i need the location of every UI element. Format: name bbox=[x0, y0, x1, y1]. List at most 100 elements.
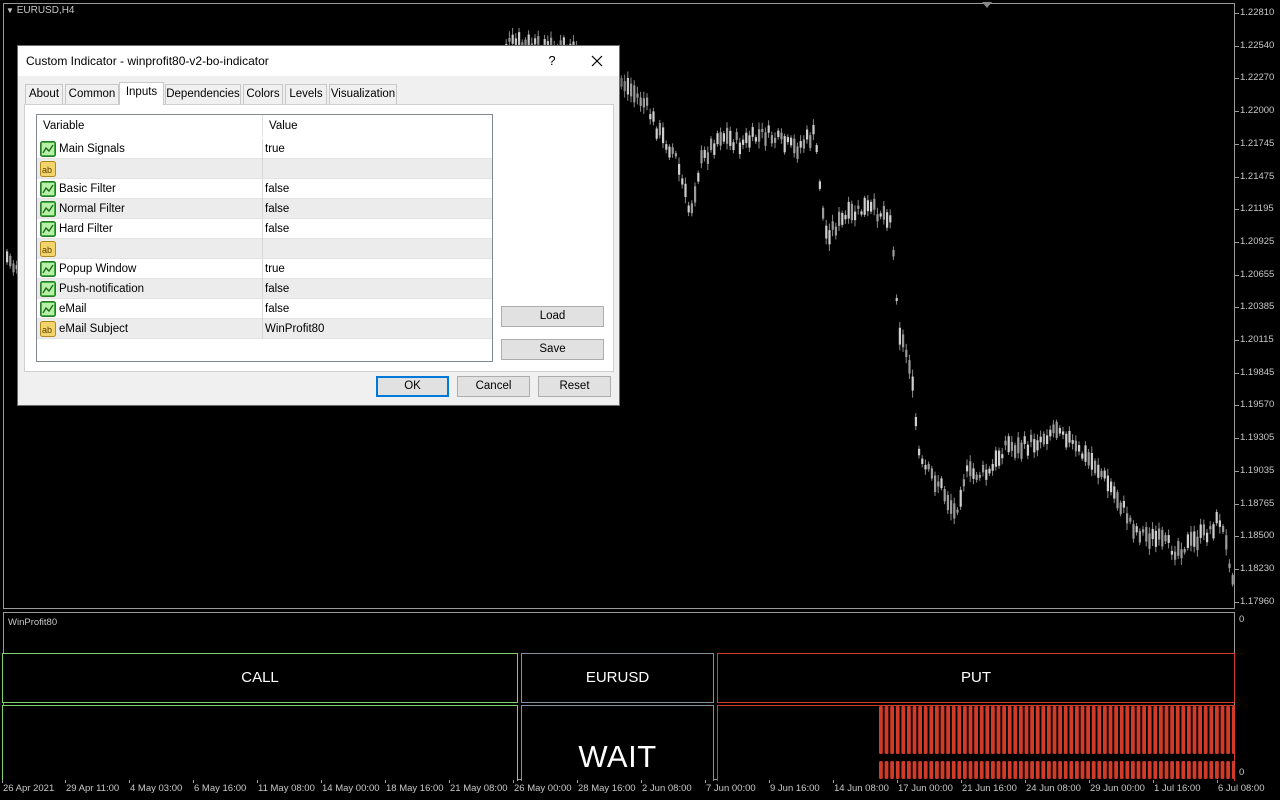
put-signal-bar bbox=[951, 706, 956, 754]
variable-cell[interactable]: ab bbox=[37, 159, 263, 179]
put-signal-bar bbox=[1041, 706, 1046, 754]
variable-name: Popup Window bbox=[59, 263, 137, 275]
candle-body bbox=[1145, 527, 1148, 542]
dialog-titlebar[interactable]: Custom Indicator - winprofit80-v2-bo-ind… bbox=[18, 46, 619, 76]
variable-cell[interactable]: Push-notification bbox=[37, 279, 263, 299]
put-signal-bar bbox=[1069, 761, 1074, 779]
close-button[interactable] bbox=[580, 49, 614, 73]
time-tick-label: 17 Jun 00:00 bbox=[898, 783, 953, 794]
value-cell[interactable]: true bbox=[265, 139, 285, 159]
tab-colors[interactable]: Colors bbox=[243, 84, 283, 104]
table-row[interactable]: Push-notification false bbox=[37, 279, 492, 299]
tab-levels[interactable]: Levels bbox=[285, 84, 327, 104]
table-row[interactable]: ab bbox=[37, 159, 492, 179]
cancel-button[interactable]: Cancel bbox=[457, 376, 530, 397]
table-row[interactable]: ab bbox=[37, 239, 492, 259]
value-cell[interactable]: false bbox=[265, 219, 289, 239]
candle-body bbox=[6, 251, 9, 263]
put-signal-bar bbox=[1097, 761, 1102, 779]
dropdown-triangle-icon[interactable]: ▼ bbox=[6, 6, 14, 15]
put-signal-bar bbox=[996, 761, 1001, 779]
variable-cell[interactable]: Popup Window bbox=[37, 259, 263, 279]
table-row[interactable]: Basic Filter false bbox=[37, 179, 492, 199]
variable-cell[interactable]: Main Signals bbox=[37, 139, 263, 159]
price-tick-label: 1.20925 bbox=[1240, 235, 1275, 247]
variable-cell[interactable]: eMail bbox=[37, 299, 263, 319]
put-signal-bar bbox=[1030, 761, 1034, 779]
value-cell[interactable]: true bbox=[265, 259, 285, 279]
value-cell[interactable]: false bbox=[265, 179, 289, 199]
value-cell[interactable]: false bbox=[265, 199, 289, 219]
candle-body bbox=[854, 211, 857, 221]
put-signal-bar bbox=[957, 706, 962, 754]
candle-body bbox=[1094, 460, 1097, 474]
candle-body bbox=[534, 38, 537, 45]
candle-body bbox=[1007, 436, 1010, 453]
inputs-table[interactable]: Variable Value Main Signals true ab Basic F… bbox=[36, 114, 493, 362]
candle-body bbox=[751, 127, 754, 137]
column-header-variable[interactable]: Variable bbox=[37, 115, 263, 137]
candle-body bbox=[1209, 526, 1212, 530]
variable-cell[interactable]: Normal Filter bbox=[37, 199, 263, 219]
candle-body bbox=[748, 135, 751, 148]
value-cell[interactable]: false bbox=[265, 299, 289, 319]
variable-cell[interactable]: Basic Filter bbox=[37, 179, 263, 199]
put-signal-bar bbox=[1080, 761, 1085, 779]
table-row[interactable]: Normal Filter false bbox=[37, 199, 492, 219]
price-tick-mark bbox=[1235, 209, 1239, 211]
table-row[interactable]: Popup Window true bbox=[37, 259, 492, 279]
put-signal-bar bbox=[935, 761, 939, 779]
table-row[interactable]: Hard Filter false bbox=[37, 219, 492, 239]
table-row[interactable]: Main Signals true bbox=[37, 139, 492, 159]
help-button[interactable]: ? bbox=[538, 50, 566, 72]
time-tick-mark bbox=[385, 780, 386, 783]
put-signal-bar bbox=[1187, 761, 1191, 779]
time-tick-mark bbox=[193, 780, 194, 783]
price-tick-mark bbox=[1235, 13, 1239, 14]
candle-body bbox=[1231, 575, 1234, 585]
table-row[interactable]: ab eMail Subject WinProfit80 bbox=[37, 319, 492, 339]
candle-body bbox=[630, 83, 633, 97]
candle-body bbox=[1097, 464, 1100, 478]
tab-inputs[interactable]: Inputs bbox=[119, 82, 164, 105]
candle-body bbox=[722, 133, 725, 142]
put-signal-bar bbox=[918, 761, 922, 779]
put-signal-bar bbox=[1091, 761, 1096, 779]
time-tick-mark bbox=[705, 780, 706, 783]
time-tick-label: 21 May 08:00 bbox=[450, 783, 508, 794]
tab-visualization[interactable]: Visualization bbox=[329, 84, 397, 104]
load-button[interactable]: Load bbox=[501, 306, 604, 327]
put-signal-bar bbox=[1013, 706, 1018, 754]
string-param-icon: ab bbox=[40, 321, 56, 337]
time-tick-label: 14 Jun 08:00 bbox=[834, 783, 889, 794]
price-tick-label: 1.17960 bbox=[1240, 595, 1275, 607]
column-header-value[interactable]: Value bbox=[263, 115, 492, 137]
variable-cell[interactable]: ab bbox=[37, 239, 263, 259]
candle-body bbox=[1158, 528, 1161, 540]
candle-body bbox=[1193, 531, 1196, 547]
bool-param-icon bbox=[40, 221, 56, 237]
candle-body bbox=[889, 215, 892, 223]
candle-body bbox=[1212, 524, 1215, 539]
value-cell[interactable]: false bbox=[265, 279, 289, 299]
candle-body bbox=[684, 183, 687, 197]
value-cell[interactable]: WinProfit80 bbox=[265, 319, 324, 339]
string-param-icon: ab bbox=[40, 161, 56, 177]
symbol-timeframe-text: EURUSD,H4 bbox=[16, 5, 75, 16]
tab-about[interactable]: About bbox=[25, 84, 63, 104]
variable-cell[interactable]: ab eMail Subject bbox=[37, 319, 263, 339]
candle-body bbox=[761, 128, 764, 132]
candle-body bbox=[742, 139, 745, 145]
candle-body bbox=[978, 474, 981, 478]
candle-body bbox=[850, 203, 853, 221]
reset-button[interactable]: Reset bbox=[538, 376, 611, 397]
tab-dependencies[interactable]: Dependencies bbox=[165, 84, 241, 104]
save-button[interactable]: Save bbox=[501, 339, 604, 360]
variable-cell[interactable]: Hard Filter bbox=[37, 219, 263, 239]
price-tick-label: 1.22270 bbox=[1240, 72, 1275, 84]
table-row[interactable]: eMail false bbox=[37, 299, 492, 319]
ok-button[interactable]: OK bbox=[376, 376, 449, 397]
put-signal-bar bbox=[1007, 706, 1012, 754]
tab-common[interactable]: Common bbox=[65, 84, 119, 104]
chart-shift-marker-icon[interactable] bbox=[982, 2, 992, 8]
